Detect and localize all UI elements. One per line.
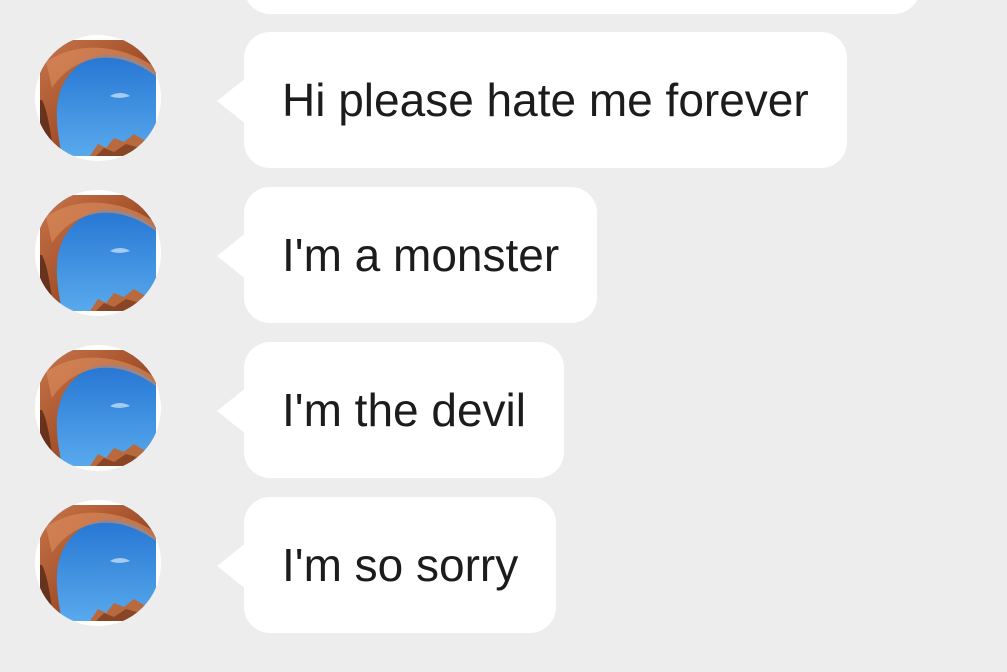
message-bubble[interactable]: I'm the devil bbox=[244, 342, 564, 478]
message-row: I'm so sorry bbox=[0, 497, 1007, 633]
sender-avatar[interactable] bbox=[35, 35, 161, 161]
message-text: Hi please hate me forever bbox=[282, 74, 809, 126]
message-row: I'm the devil bbox=[0, 342, 1007, 478]
sender-avatar[interactable] bbox=[35, 500, 161, 626]
message-text: I'm so sorry bbox=[282, 539, 519, 591]
message-text: I'm a monster bbox=[282, 229, 560, 281]
message-row: I'm a monster bbox=[0, 187, 1007, 323]
desert-arch-photo-icon bbox=[40, 350, 156, 466]
message-text: I'm the devil bbox=[282, 384, 526, 436]
bubble-tail bbox=[217, 542, 247, 590]
desert-arch-photo-icon bbox=[40, 40, 156, 156]
desert-arch-photo-icon bbox=[40, 195, 156, 311]
desert-arch-photo-icon bbox=[40, 505, 156, 621]
previous-message-bubble[interactable] bbox=[244, 0, 920, 14]
message-row: Hi please hate me forever bbox=[0, 32, 1007, 168]
message-bubble[interactable]: I'm so sorry bbox=[244, 497, 557, 633]
message-bubble[interactable]: Hi please hate me forever bbox=[244, 32, 847, 168]
bubble-tail bbox=[217, 232, 247, 280]
bubble-tail bbox=[217, 77, 247, 125]
sender-avatar[interactable] bbox=[35, 190, 161, 316]
chat-thread: Hi please hate me forever I'm a monster … bbox=[0, 0, 1007, 672]
bubble-tail bbox=[217, 387, 247, 435]
message-bubble[interactable]: I'm a monster bbox=[244, 187, 598, 323]
sender-avatar[interactable] bbox=[35, 345, 161, 471]
